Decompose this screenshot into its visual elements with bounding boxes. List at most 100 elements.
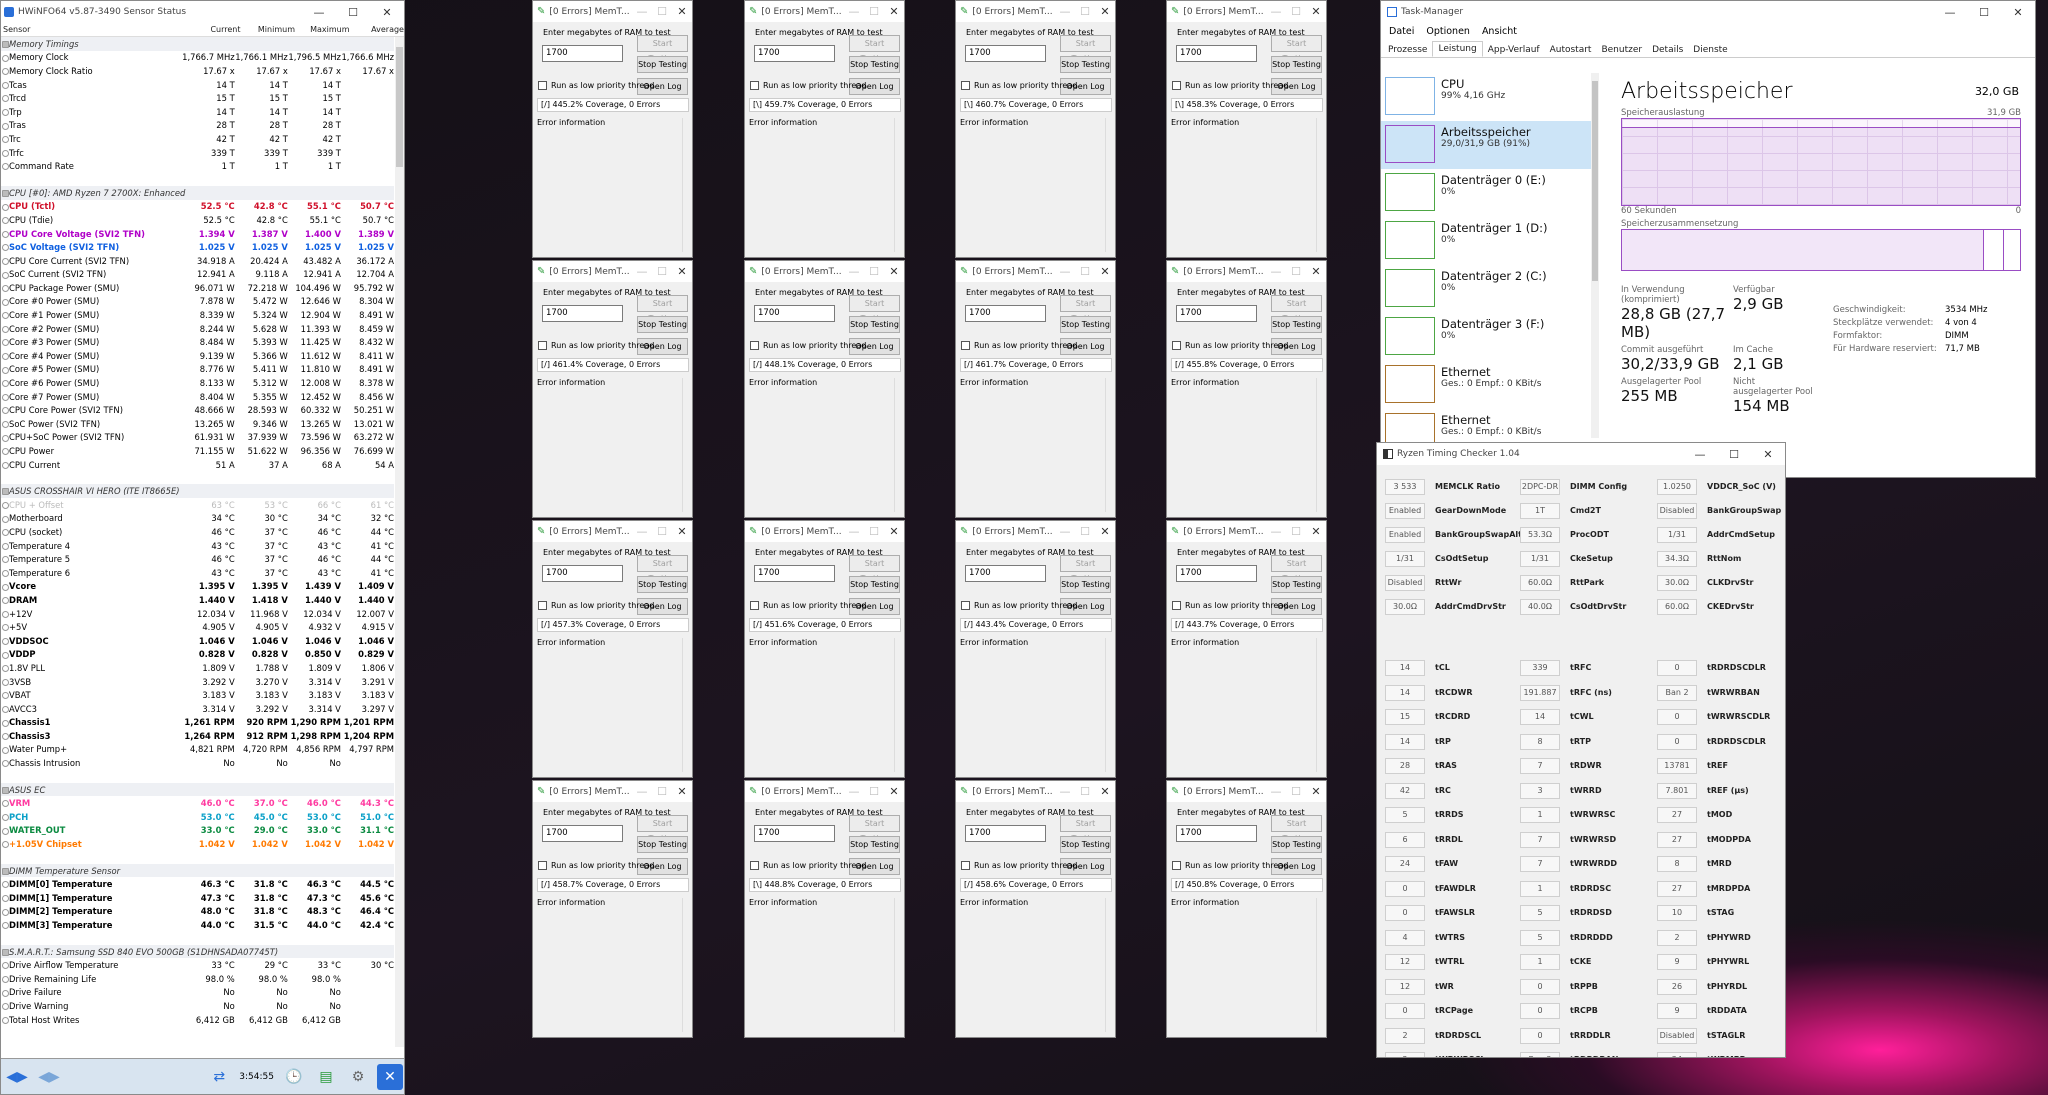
close-button[interactable]: ✕	[1306, 785, 1326, 798]
error-information-box[interactable]: Error information	[535, 636, 691, 776]
maximize-button[interactable]: ☐	[1286, 5, 1306, 18]
close-button[interactable]: ✕	[1751, 448, 1785, 461]
sensor-row[interactable]: +1.05V Chipset 1.042 V 1.042 V 1.042 V 1.042…	[1, 837, 394, 851]
start-testing-button[interactable]: Start Testing	[1271, 35, 1322, 63]
maximize-button[interactable]: ☐	[1075, 525, 1095, 538]
checkbox-box[interactable]	[750, 861, 759, 870]
ram-megabytes-input[interactable]: 1700	[542, 305, 623, 322]
error-information-box[interactable]: Error information	[535, 896, 691, 1036]
ram-megabytes-input[interactable]: 1700	[965, 45, 1046, 62]
ram-megabytes-input[interactable]: 1700	[965, 825, 1046, 842]
checkbox-box[interactable]	[961, 81, 970, 90]
minimize-button[interactable]: —	[1055, 5, 1075, 18]
sensor-row[interactable]: VBAT 3.183 V 3.183 V 3.183 V 3.183 V	[1, 688, 394, 702]
low-priority-checkbox[interactable]: Run as low priority thread	[1172, 601, 1288, 610]
sensor-row[interactable]: Trc 42 T 42 T 42 T	[1, 132, 394, 146]
ram-megabytes-input[interactable]: 1700	[542, 825, 623, 842]
error-information-box[interactable]: Error information	[535, 376, 691, 516]
checkbox-box[interactable]	[750, 341, 759, 350]
sensor-row[interactable]: Core #0 Power (SMU) 7.878 W 5.472 W 12.646 …	[1, 295, 394, 309]
close-button[interactable]: ✕	[1095, 785, 1115, 798]
sensor-row[interactable]: CPU (Tdie) 52.5 °C 42.8 °C 55.1 °C 50.7 °C	[1, 213, 394, 227]
sensor-row[interactable]: Chassis1 1,261 RPM 920 RPM 1,290 RPM 1,201 R…	[1, 716, 394, 730]
checkbox-box[interactable]	[1172, 81, 1181, 90]
sensor-group-header[interactable]: Memory Timings	[1, 37, 394, 51]
sensor-row[interactable]: Vcore 1.395 V 1.395 V 1.439 V 1.409 V	[1, 580, 394, 594]
stop-testing-button[interactable]: Stop Testing	[849, 576, 900, 593]
maximize-button[interactable]: ☐	[1075, 5, 1095, 18]
ram-megabytes-input[interactable]: 1700	[754, 565, 835, 582]
checkbox-box[interactable]	[538, 601, 547, 610]
sensor-row[interactable]: WATER_OUT 33.0 °C 29.0 °C 33.0 °C 31.1 °C	[1, 824, 394, 838]
tab-autostart[interactable]: Autostart	[1545, 43, 1597, 57]
maximize-button[interactable]: ☐	[652, 525, 672, 538]
column-header-sensor[interactable]: Sensor	[1, 25, 186, 34]
ram-megabytes-input[interactable]: 1700	[965, 565, 1046, 582]
sensor-row[interactable]: CPU Power 71.155 W 51.622 W 96.356 W 76.699 …	[1, 444, 394, 458]
sensor-row[interactable]: DIMM[1] Temperature 47.3 °C 31.8 °C 47.3 °C…	[1, 891, 394, 905]
sensor-row[interactable]: Memory Clock 1,766.7 MHz 1,766.1 MHz 1,796.…	[1, 51, 394, 65]
tab-prozesse[interactable]: Prozesse	[1383, 43, 1432, 57]
ram-megabytes-input[interactable]: 1700	[1176, 825, 1257, 842]
stop-testing-button[interactable]: Stop Testing	[1271, 576, 1322, 593]
tab-details[interactable]: Details	[1647, 43, 1688, 57]
tab-benutzer[interactable]: Benutzer	[1596, 43, 1647, 57]
start-testing-button[interactable]: Start Testing	[637, 295, 688, 323]
maximize-button[interactable]: ☐	[1286, 785, 1306, 798]
sensor-row[interactable]: Trfc 339 T 339 T 339 T	[1, 146, 394, 160]
sensor-row[interactable]: Motherboard 34 °C 30 °C 34 °C 32 °C	[1, 512, 394, 526]
error-information-box[interactable]: Error information	[747, 636, 903, 776]
low-priority-checkbox[interactable]: Run as low priority thread	[750, 341, 866, 350]
stop-testing-button[interactable]: Stop Testing	[637, 576, 688, 593]
stop-testing-button[interactable]: Stop Testing	[1271, 836, 1322, 853]
low-priority-checkbox[interactable]: Run as low priority thread	[961, 861, 1077, 870]
minimize-button[interactable]: —	[1266, 785, 1286, 798]
sensor-group-header[interactable]: ASUS EC	[1, 782, 394, 797]
minimize-button[interactable]: —	[844, 525, 864, 538]
minimize-button[interactable]: —	[632, 785, 652, 798]
error-information-box[interactable]: Error information	[958, 896, 1114, 1036]
minimize-button[interactable]: —	[844, 785, 864, 798]
sensor-row[interactable]: Core #6 Power (SMU) 8.133 W 5.312 W 12.008 …	[1, 376, 394, 390]
sensor-row[interactable]: CPU Core Power (SVI2 TFN) 48.666 W 28.593 …	[1, 403, 394, 417]
sensor-row[interactable]: CPU (Tctl) 52.5 °C 42.8 °C 55.1 °C 50.7 °C	[1, 200, 394, 214]
low-priority-checkbox[interactable]: Run as low priority thread	[538, 601, 654, 610]
sensor-row[interactable]: Command Rate 1 T 1 T 1 T	[1, 159, 394, 173]
start-testing-button[interactable]: Start Testing	[1060, 555, 1111, 583]
start-testing-button[interactable]: Start Testing	[1271, 555, 1322, 583]
checkbox-box[interactable]	[538, 81, 547, 90]
close-icon[interactable]: ✕	[377, 1063, 403, 1090]
minimize-button[interactable]: —	[1055, 785, 1075, 798]
tab-dienste[interactable]: Dienste	[1688, 43, 1732, 57]
column-header-minimum[interactable]: Minimum	[240, 25, 295, 34]
error-information-box[interactable]: Error information	[1169, 636, 1325, 776]
error-information-box[interactable]: Error information	[1169, 896, 1325, 1036]
sensor-row[interactable]: Tras 28 T 28 T 28 T	[1, 119, 394, 133]
close-button[interactable]: ✕	[884, 5, 904, 18]
low-priority-checkbox[interactable]: Run as low priority thread	[750, 861, 866, 870]
ram-megabytes-input[interactable]: 1700	[754, 825, 835, 842]
start-testing-button[interactable]: Start Testing	[1271, 815, 1322, 843]
start-testing-button[interactable]: Start Testing	[849, 815, 900, 843]
close-button[interactable]: ✕	[370, 6, 404, 19]
stop-testing-button[interactable]: Stop Testing	[637, 316, 688, 333]
column-header-average[interactable]: Average	[349, 25, 404, 34]
sensor-row[interactable]: Temperature 6 43 °C 37 °C 43 °C 41 °C	[1, 566, 394, 580]
maximize-button[interactable]: ☐	[864, 265, 884, 278]
error-information-box[interactable]: Error information	[1169, 376, 1325, 516]
low-priority-checkbox[interactable]: Run as low priority thread	[538, 861, 654, 870]
maximize-button[interactable]: ☐	[864, 5, 884, 18]
maximize-button[interactable]: ☐	[864, 785, 884, 798]
start-testing-button[interactable]: Start Testing	[849, 295, 900, 323]
checkbox-box[interactable]	[961, 861, 970, 870]
minimize-button[interactable]: —	[1933, 6, 1967, 19]
minimize-button[interactable]: —	[632, 5, 652, 18]
ram-megabytes-input[interactable]: 1700	[542, 45, 623, 62]
error-information-box[interactable]: Error information	[958, 636, 1114, 776]
ram-megabytes-input[interactable]: 1700	[542, 565, 623, 582]
sensor-row[interactable]: AVCC3 3.314 V 3.292 V 3.314 V 3.297 V	[1, 702, 394, 716]
sensor-row[interactable]: SoC Voltage (SVI2 TFN) 1.025 V 1.025 V 1.02…	[1, 240, 394, 254]
start-testing-button[interactable]: Start Testing	[1060, 815, 1111, 843]
sensor-row[interactable]: CPU (socket) 46 °C 37 °C 46 °C 44 °C	[1, 525, 394, 539]
checkbox-box[interactable]	[1172, 601, 1181, 610]
